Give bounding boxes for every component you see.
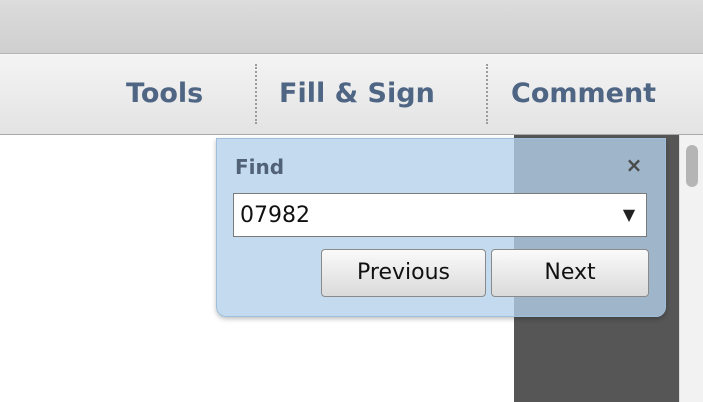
- find-popup: Find × ▼ Previous Next: [216, 138, 666, 317]
- find-title: Find: [235, 155, 285, 179]
- comment-button[interactable]: Comment: [511, 76, 656, 112]
- title-bar: [0, 0, 703, 54]
- chevron-down-icon[interactable]: ▼: [619, 203, 639, 227]
- find-combobox[interactable]: ▼: [233, 193, 647, 237]
- find-input[interactable]: [240, 200, 600, 230]
- acrobat-window: Tools Fill & Sign Comment Find × ▼ Previ…: [0, 0, 703, 402]
- next-button[interactable]: Next: [491, 249, 649, 297]
- scrollbar-thumb[interactable]: [686, 145, 698, 187]
- previous-button[interactable]: Previous: [321, 249, 486, 297]
- task-toolbar: Tools Fill & Sign Comment: [0, 54, 703, 135]
- toolbar-divider: [255, 64, 257, 124]
- tools-button[interactable]: Tools: [126, 76, 203, 112]
- fill-and-sign-button[interactable]: Fill & Sign: [279, 76, 435, 112]
- close-icon[interactable]: ×: [622, 153, 646, 177]
- toolbar-divider: [486, 64, 488, 124]
